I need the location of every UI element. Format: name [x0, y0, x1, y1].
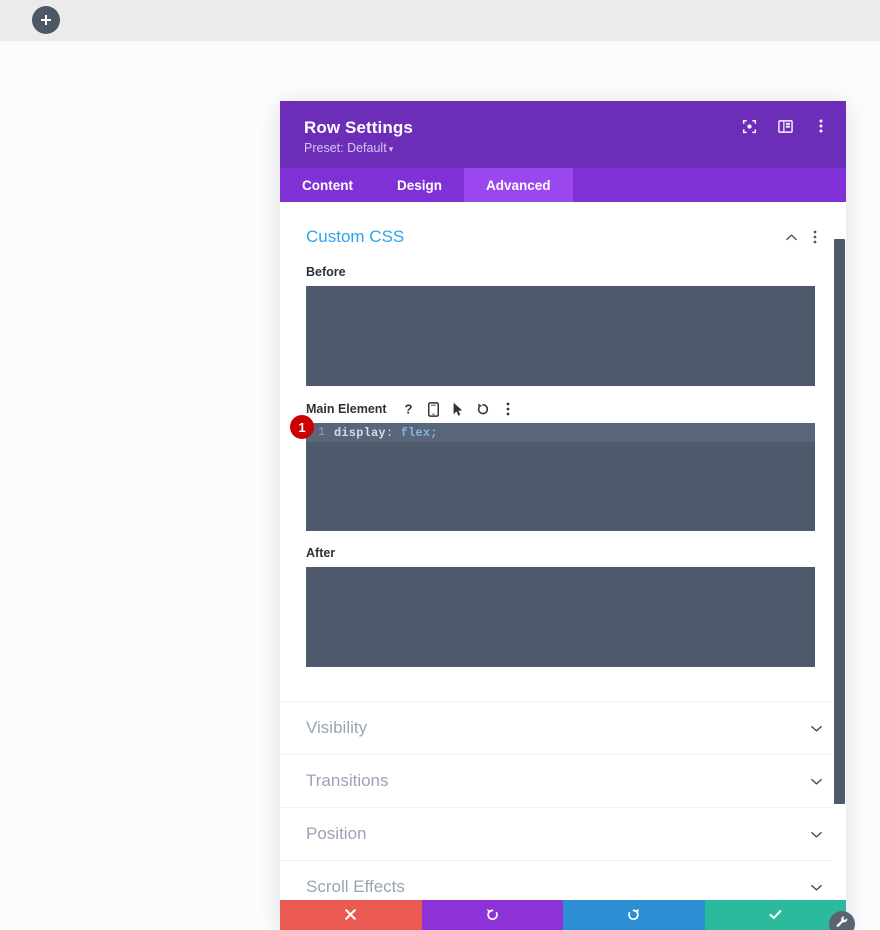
- main-element-label: Main Element: [306, 402, 387, 416]
- main-element-more-vertical-icon[interactable]: [496, 400, 521, 418]
- undo-icon: [485, 907, 500, 927]
- chevron-down-icon: [808, 879, 824, 895]
- help-icon[interactable]: ?: [396, 400, 421, 418]
- section-position-label: Position: [306, 824, 367, 843]
- chevron-up-icon[interactable]: [782, 228, 800, 246]
- modal-header: Row Settings Preset: Default ▾: [280, 101, 846, 168]
- main-element-code-editor[interactable]: 1 display: flex;: [306, 423, 815, 531]
- section-more-vertical-icon[interactable]: [806, 228, 824, 246]
- wrench-settings-button[interactable]: [829, 911, 855, 930]
- modal-scrollbar-thumb[interactable]: [834, 239, 845, 804]
- responsive-mobile-icon[interactable]: [421, 400, 446, 418]
- field-before: Before: [280, 264, 846, 386]
- preset-selector[interactable]: Preset: Default ▾: [304, 141, 393, 157]
- section-scroll-effects-label: Scroll Effects: [306, 877, 405, 896]
- modal-scrollbar-track[interactable]: [832, 202, 846, 930]
- modal-body: Custom CSS Before Main Element ? 1 1 dis…: [280, 202, 846, 930]
- top-toolbar-strip: [0, 0, 880, 41]
- section-transitions[interactable]: Transitions: [280, 754, 846, 807]
- code-line-text: display: flex;: [334, 426, 438, 440]
- main-element-editor-wrap: 1 1 display: flex;: [290, 415, 820, 531]
- field-main-element: Main Element ? 1 1 display: flex;: [280, 400, 846, 531]
- css-colon: :: [385, 425, 394, 440]
- code-line[interactable]: 1 display: flex;: [306, 423, 815, 442]
- builder-canvas: Row Settings Preset: Default ▾ Content D…: [0, 41, 880, 930]
- check-icon: [768, 907, 783, 927]
- css-value: flex: [400, 425, 431, 440]
- redo-button[interactable]: [563, 900, 705, 930]
- hover-cursor-icon[interactable]: [446, 400, 471, 418]
- chevron-down-icon: ▾: [388, 144, 394, 154]
- tab-design[interactable]: Design: [375, 168, 464, 202]
- after-css-textarea[interactable]: [306, 567, 815, 667]
- more-vertical-icon[interactable]: [812, 117, 830, 135]
- step-badge-1: 1: [290, 415, 314, 439]
- custom-css-header: Custom CSS: [280, 224, 846, 250]
- section-visibility-label: Visibility: [306, 718, 368, 737]
- line-number: 1: [318, 426, 325, 439]
- add-section-button[interactable]: [32, 6, 60, 34]
- chevron-down-icon: [808, 826, 824, 842]
- tab-advanced[interactable]: Advanced: [464, 168, 573, 202]
- section-transitions-label: Transitions: [306, 771, 389, 790]
- before-css-textarea[interactable]: [306, 286, 815, 386]
- before-label: Before: [306, 265, 346, 279]
- main-element-toolbar: Main Element ?: [306, 400, 820, 418]
- reset-undo-icon[interactable]: [471, 400, 496, 418]
- focus-target-icon[interactable]: [740, 117, 758, 135]
- svg-text:?: ?: [404, 402, 412, 416]
- undo-button[interactable]: [421, 900, 563, 930]
- panel-layout-icon[interactable]: [776, 117, 794, 135]
- close-x-icon: [344, 908, 357, 926]
- custom-css-title[interactable]: Custom CSS: [306, 226, 776, 248]
- preset-label: Preset: Default: [304, 141, 387, 155]
- css-property: display: [334, 425, 386, 440]
- tab-content[interactable]: Content: [280, 168, 375, 202]
- field-after: After: [280, 545, 846, 667]
- wrench-settings-icon: [835, 915, 849, 930]
- chevron-down-icon: [808, 773, 824, 789]
- modal-header-actions: [740, 117, 830, 135]
- row-settings-modal: Row Settings Preset: Default ▾ Content D…: [280, 101, 846, 930]
- plus-icon: [40, 14, 52, 26]
- section-visibility[interactable]: Visibility: [280, 701, 846, 754]
- css-semicolon: ;: [430, 425, 438, 440]
- modal-action-bar: [280, 900, 846, 930]
- redo-icon: [626, 907, 641, 927]
- section-position[interactable]: Position: [280, 807, 846, 860]
- after-label: After: [306, 546, 336, 560]
- modal-tabs: Content Design Advanced: [280, 168, 846, 202]
- custom-css-section: Custom CSS Before Main Element ? 1 1 dis…: [280, 202, 846, 701]
- chevron-down-icon: [808, 720, 824, 736]
- save-button[interactable]: [704, 900, 846, 930]
- discard-button[interactable]: [280, 900, 422, 930]
